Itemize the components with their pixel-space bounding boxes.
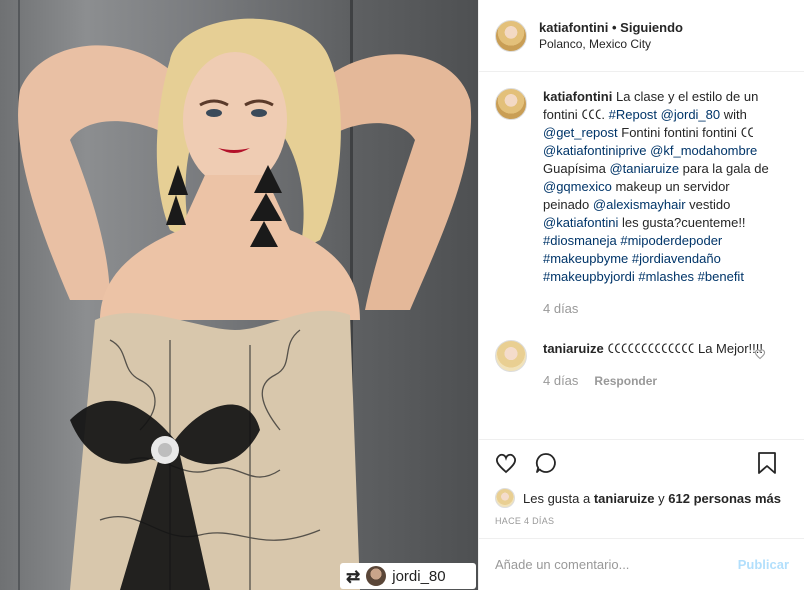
header-separator: •	[611, 20, 617, 35]
caption-text-segment: Fontini fontini fontini 𑀝𑀝	[617, 125, 754, 140]
caption-link[interactable]: #Repost	[609, 107, 657, 122]
comment-icon[interactable]	[533, 450, 559, 476]
instagram-post-modal: ⇄ jordi_80 katiafontini • Siguiendo Pola…	[0, 0, 804, 590]
caption-text-segment: les gusta?cuenteme!!	[618, 215, 746, 230]
author-username[interactable]: katiafontini	[539, 20, 608, 35]
caption-link[interactable]: #makeupbyme	[543, 251, 628, 266]
caption-link[interactable]: #mipoderdepoder	[620, 233, 722, 248]
commenter-avatar[interactable]	[495, 340, 527, 372]
caption-link[interactable]: #jordiavendaño	[632, 251, 721, 266]
caption-link[interactable]: @katiafontiniprive	[543, 143, 647, 158]
heart-icon[interactable]	[493, 450, 519, 476]
liker-username[interactable]: taniaruize	[594, 491, 655, 506]
likes-summary: Les gusta a taniaruize y 612 personas má…	[479, 486, 804, 510]
caption-link[interactable]: #diosmaneja	[543, 233, 617, 248]
header-line: katiafontini • Siguiendo	[539, 20, 683, 35]
caption-link[interactable]: @katiafontini	[543, 215, 618, 230]
liker-avatar	[495, 488, 515, 508]
post-header: katiafontini • Siguiendo Polanco, Mexico…	[479, 0, 804, 72]
post-timestamp[interactable]: HACE 4 DÍAS	[479, 510, 804, 538]
post-photo[interactable]: ⇄ jordi_80	[0, 0, 478, 590]
caption: katiafontini La clase y el estilo de un …	[495, 88, 788, 318]
add-comment-bar: Publicar	[479, 538, 804, 590]
header-text: katiafontini • Siguiendo Polanco, Mexico…	[539, 20, 683, 51]
publish-button[interactable]: Publicar	[738, 557, 789, 572]
caption-body: katiafontini La clase y el estilo de un …	[543, 88, 773, 318]
caption-link[interactable]: @jordi_80	[661, 107, 720, 122]
caption-link[interactable]: #mlashes	[638, 269, 694, 284]
caption-text-segment: with	[720, 107, 747, 122]
repost-user-avatar	[366, 566, 387, 586]
reply-button[interactable]: Responder	[594, 372, 657, 390]
caption-link[interactable]: #makeupbyjordi	[543, 269, 635, 284]
caption-username[interactable]: katiafontini	[543, 89, 612, 104]
post-actions-bar	[479, 440, 804, 486]
comment-content: 𑀝𑀝𑀝𑀝𑀝𑀝𑀝𑀝𑀝𑀝𑀝𑀝𑀝 La Mejor!!!!	[607, 341, 763, 356]
follow-status-button[interactable]: Siguiendo	[620, 20, 683, 35]
add-comment-input[interactable]	[495, 557, 715, 572]
repost-icon: ⇄	[346, 566, 361, 586]
repost-attribution-tag[interactable]: ⇄ jordi_80	[340, 563, 476, 589]
caption-text-segment: Guapísima	[543, 161, 610, 176]
caption-text-segment: vestido	[685, 197, 731, 212]
caption-text: katiafontini La clase y el estilo de un …	[543, 88, 773, 286]
caption-link[interactable]: @get_repost	[543, 125, 618, 140]
comment-body: taniaruize 𑀝𑀝𑀝𑀝𑀝𑀝𑀝𑀝𑀝𑀝𑀝𑀝𑀝 La Mejor!!!! 4 …	[543, 340, 773, 390]
bookmark-icon[interactable]	[754, 450, 780, 476]
post-location[interactable]: Polanco, Mexico City	[539, 37, 683, 51]
repost-username: jordi_80	[392, 567, 446, 585]
caption-time[interactable]: 4 días	[543, 300, 578, 318]
caption-link[interactable]: #benefit	[698, 269, 744, 284]
comment-text: taniaruize 𑀝𑀝𑀝𑀝𑀝𑀝𑀝𑀝𑀝𑀝𑀝𑀝𑀝 La Mejor!!!!	[543, 340, 773, 358]
likes-count-link[interactable]: 612 personas más	[668, 491, 781, 506]
comment-item: taniaruize 𑀝𑀝𑀝𑀝𑀝𑀝𑀝𑀝𑀝𑀝𑀝𑀝𑀝 La Mejor!!!! 4 …	[495, 340, 788, 390]
caption-link[interactable]: @taniaruize	[609, 161, 679, 176]
caption-text-segment: para la gala de	[679, 161, 769, 176]
caption-meta: 4 días	[543, 300, 773, 318]
comment-time[interactable]: 4 días	[543, 372, 578, 390]
woman-in-corset-illustration	[18, 18, 472, 590]
likes-text: Les gusta a taniaruize y 612 personas má…	[523, 491, 781, 506]
caption-content: La clase y el estilo de un fontini 𑀝𑀝𑀝. …	[543, 89, 769, 284]
caption-link[interactable]: @gqmexico	[543, 179, 612, 194]
comment-username[interactable]: taniaruize	[543, 341, 604, 356]
comments-section: katiafontini La clase y el estilo de un …	[479, 72, 804, 440]
likes-prefix: Les gusta a	[523, 490, 591, 506]
author-avatar[interactable]	[495, 19, 527, 52]
post-side-panel: katiafontini • Siguiendo Polanco, Mexico…	[478, 0, 804, 590]
caption-link[interactable]: @alexismayhair	[593, 197, 686, 212]
likes-conjunction: y	[658, 490, 665, 506]
comment-meta: 4 días Responder	[543, 372, 773, 390]
comment-like-heart-icon[interactable]	[754, 348, 766, 360]
caption-link[interactable]: @kf_modahombre	[650, 143, 757, 158]
caption-author-avatar[interactable]	[495, 88, 527, 120]
